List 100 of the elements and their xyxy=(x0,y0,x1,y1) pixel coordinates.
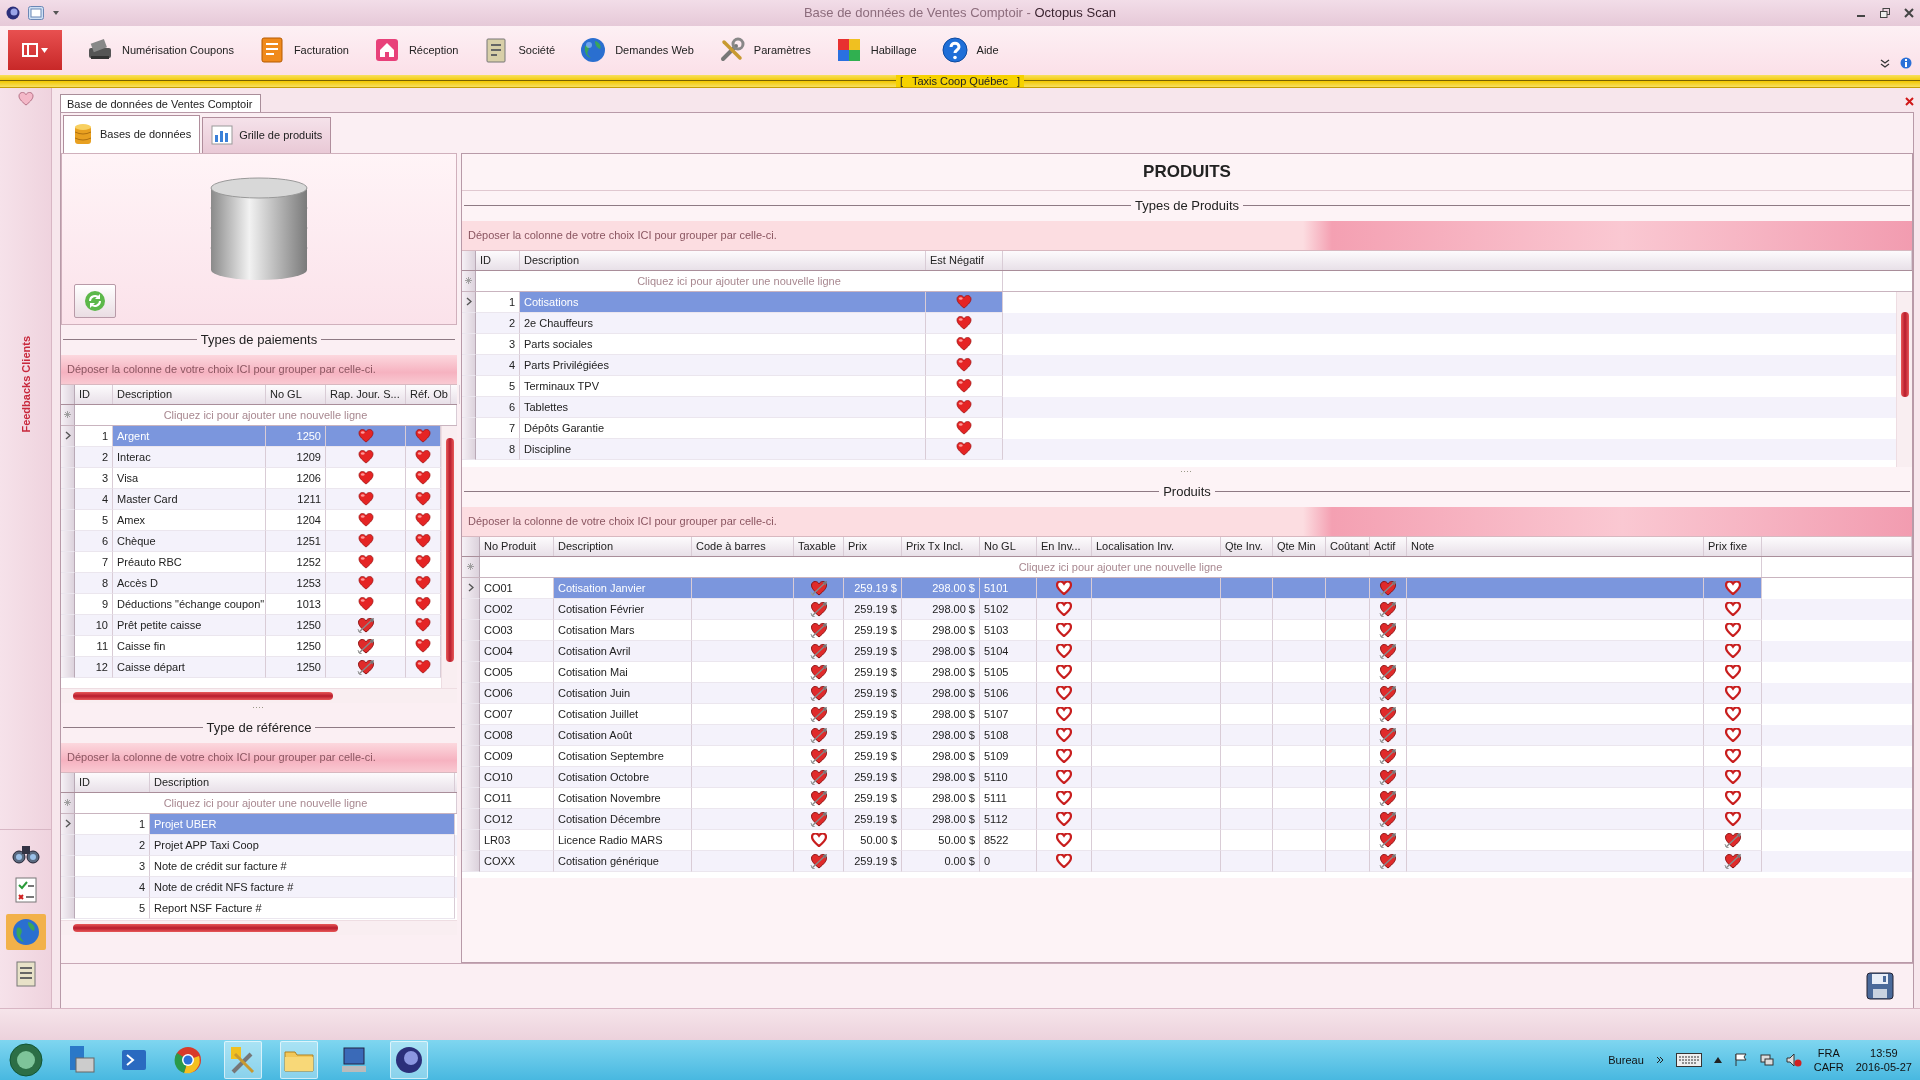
table-row[interactable]: 3 Note de crédit sur facture # xyxy=(61,855,457,877)
heart-outline-icon[interactable] xyxy=(1724,811,1741,826)
heart-icon[interactable] xyxy=(415,428,431,443)
flag-icon[interactable] xyxy=(1733,1053,1748,1067)
table-row[interactable]: 2 2e Chauffeurs xyxy=(462,312,1896,334)
table-row[interactable]: CO08 Cotisation Août 259.19 $ 298.00 $ 5108 xyxy=(462,724,1912,746)
vertical-scrollbar[interactable] xyxy=(1896,291,1912,467)
language[interactable]: FRA xyxy=(1817,1046,1840,1060)
heart-arrow-icon[interactable] xyxy=(1379,726,1397,743)
row-header[interactable] xyxy=(61,425,75,447)
heart-icon[interactable] xyxy=(956,399,972,414)
column-header[interactable]: Localisation Inv. xyxy=(1092,536,1221,556)
heart-icon[interactable] xyxy=(956,420,972,435)
heart-icon[interactable] xyxy=(415,638,431,653)
heart-outline-icon[interactable] xyxy=(1056,622,1072,637)
heart-icon[interactable] xyxy=(415,512,431,527)
heart-arrow-icon[interactable] xyxy=(1379,642,1397,659)
heart-arrow-icon[interactable] xyxy=(1379,600,1397,617)
column-header[interactable]: No GL xyxy=(980,536,1037,556)
heart-icon[interactable] xyxy=(357,470,374,485)
heart-outline-icon[interactable] xyxy=(1724,727,1741,742)
refresh-button[interactable] xyxy=(74,283,116,318)
column-header[interactable]: Coûtant xyxy=(1326,536,1370,556)
keyboard-layout[interactable]: CAFR xyxy=(1813,1060,1844,1074)
column-header[interactable]: Description xyxy=(150,772,455,792)
column-header[interactable]: No Produit xyxy=(480,536,554,556)
app-menu-button[interactable] xyxy=(8,30,62,71)
heart-icon[interactable] xyxy=(415,533,431,548)
heart-outline-icon[interactable] xyxy=(1724,580,1741,595)
heart-arrow-icon[interactable] xyxy=(809,747,828,764)
volume-muted-icon[interactable] xyxy=(1785,1053,1802,1067)
heart-arrow-icon[interactable] xyxy=(356,616,375,633)
collapse-ribbon-icon[interactable] xyxy=(1880,58,1890,69)
heart-outline-icon[interactable] xyxy=(1724,748,1741,763)
table-row[interactable]: 5 Amex 1204 xyxy=(61,509,441,531)
ribbon-button[interactable]: Paramètres xyxy=(713,30,823,71)
table-row[interactable]: 9 Déductions "échange coupon" 1013 xyxy=(61,593,441,615)
show-hidden-icon[interactable] xyxy=(1713,1057,1722,1063)
clock-time[interactable]: 13:59 xyxy=(1870,1046,1898,1060)
save-icon[interactable] xyxy=(1865,970,1895,1001)
document-list-icon[interactable] xyxy=(13,959,38,988)
heart-icon[interactable] xyxy=(415,617,431,632)
heart-outline-icon[interactable] xyxy=(1724,769,1741,784)
table-row[interactable]: 4 Note de crédit NFS facture # xyxy=(61,876,457,898)
heart-arrow-icon[interactable] xyxy=(1379,789,1397,806)
scroll-thumb[interactable] xyxy=(73,691,333,700)
horizontal-scrollbar[interactable] xyxy=(61,919,457,935)
heart-icon[interactable] xyxy=(415,491,431,506)
table-row[interactable]: 8 Discipline xyxy=(462,438,1896,460)
table-row[interactable]: CO12 Cotisation Décembre 259.19 $ 298.00 $ 5112 xyxy=(462,808,1912,830)
close-icon[interactable] xyxy=(1905,96,1914,106)
horizontal-scrollbar[interactable] xyxy=(61,687,457,703)
heart-outline-icon[interactable] xyxy=(1056,580,1072,595)
scroll-thumb[interactable] xyxy=(445,437,454,662)
heart-arrow-icon[interactable] xyxy=(809,642,828,659)
heart-icon[interactable] xyxy=(415,596,431,611)
app-orb-icon[interactable] xyxy=(390,1041,428,1079)
column-header[interactable]: Prix xyxy=(844,536,902,556)
heart-icon[interactable] xyxy=(956,357,972,372)
heart-icon[interactable] xyxy=(357,512,374,527)
tab[interactable]: Bases de données xyxy=(63,114,201,153)
table-row[interactable]: COXX Cotisation générique 259.19 $ 0.00 $ 0 xyxy=(462,850,1912,872)
heart-icon[interactable] xyxy=(956,315,972,330)
heart-outline-icon[interactable] xyxy=(1056,790,1072,805)
heart-outline-icon[interactable] xyxy=(1724,664,1741,679)
network-icon[interactable] xyxy=(1759,1053,1774,1067)
heart-outline-icon[interactable] xyxy=(1724,790,1741,805)
table-row[interactable]: CO06 Cotisation Juin 259.19 $ 298.00 $ 5106 xyxy=(462,682,1912,704)
heart-icon[interactable] xyxy=(357,533,374,548)
heart-icon[interactable] xyxy=(956,294,972,309)
checklist-icon[interactable] xyxy=(13,875,38,904)
heart-icon[interactable] xyxy=(956,336,972,351)
heart-icon[interactable] xyxy=(415,659,431,674)
toolbar-label[interactable]: Bureau xyxy=(1608,1054,1644,1066)
column-header[interactable]: Qte Min xyxy=(1273,536,1326,556)
document-tab[interactable]: Base de données de Ventes Comptoir xyxy=(60,93,262,112)
table-row[interactable]: CO02 Cotisation Février 259.19 $ 298.00 $ 5102 xyxy=(462,598,1912,620)
row-header[interactable] xyxy=(61,813,75,835)
heart-outline-icon[interactable] xyxy=(1724,601,1741,616)
column-header[interactable]: Prix Tx Incl. xyxy=(902,536,980,556)
column-header[interactable]: Note xyxy=(1407,536,1704,556)
heart-arrow-icon[interactable] xyxy=(356,637,375,654)
column-header[interactable]: Est Négatif xyxy=(926,250,1003,270)
heart-icon[interactable] xyxy=(415,470,431,485)
heart-arrow-icon[interactable] xyxy=(1379,768,1397,785)
heart-icon[interactable] xyxy=(415,554,431,569)
heart-arrow-icon[interactable] xyxy=(809,726,828,743)
restore-icon[interactable] xyxy=(1880,7,1890,18)
heart-outline-icon[interactable] xyxy=(1724,706,1741,721)
heart-arrow-icon[interactable] xyxy=(356,658,375,675)
column-header[interactable]: ID xyxy=(75,772,150,792)
heart-arrow-icon[interactable] xyxy=(1379,621,1397,638)
heart-outline-icon[interactable] xyxy=(1056,643,1072,658)
column-header[interactable]: Rap. Jour. S... xyxy=(326,384,406,404)
heart-arrow-icon[interactable] xyxy=(1379,579,1397,596)
heart-outline-icon[interactable] xyxy=(1056,727,1072,742)
column-header[interactable]: Description xyxy=(554,536,692,556)
heart-arrow-icon[interactable] xyxy=(809,852,828,869)
heart-arrow-icon[interactable] xyxy=(1379,684,1397,701)
heart-outline-icon[interactable] xyxy=(1056,853,1072,868)
